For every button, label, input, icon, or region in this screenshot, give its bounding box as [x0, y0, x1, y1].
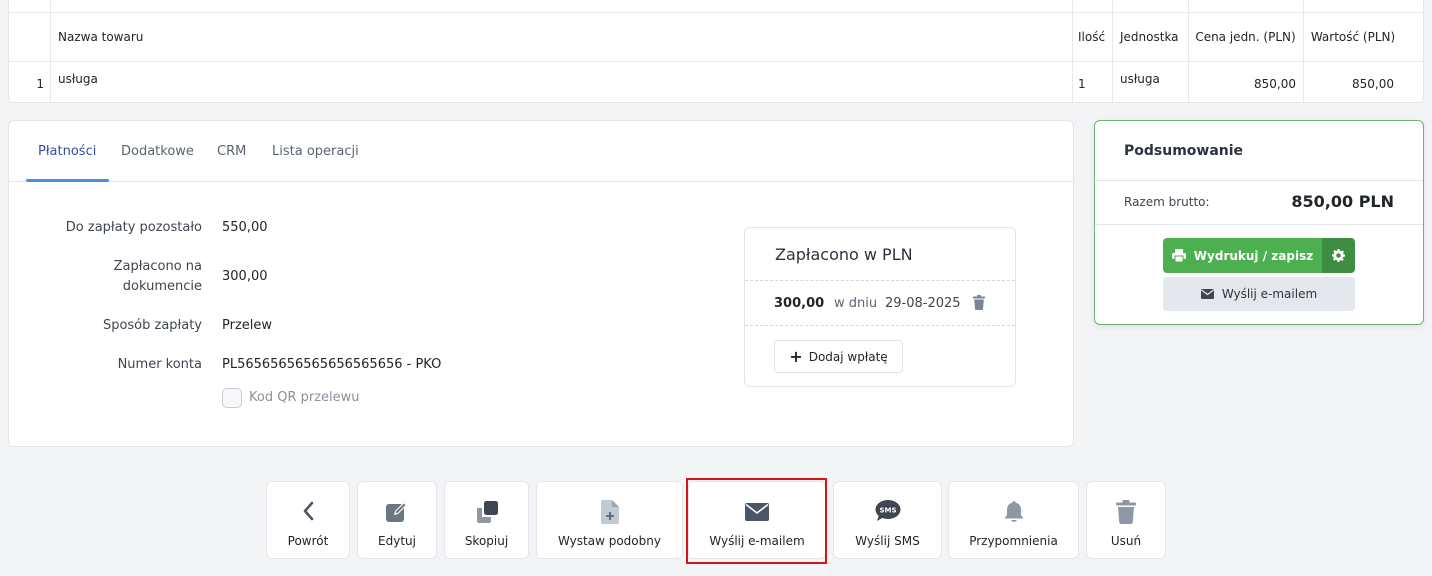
copy-button[interactable]: Skopiuj — [444, 481, 529, 559]
summary-email-button[interactable]: Wyślij e-mailem — [1163, 277, 1355, 311]
header-name: Nazwa towaru — [58, 30, 144, 44]
edit-icon — [386, 502, 407, 522]
qr-transfer-label[interactable]: Kod QR przelewu — [249, 390, 360, 405]
row-unit-price: 850,00 — [1254, 77, 1296, 91]
svg-text:SMS: SMS — [879, 507, 896, 515]
edit-button[interactable]: Edytuj — [357, 481, 437, 559]
table-row: 1 usługa 1 usługa 850,00 850,00 — [9, 62, 1423, 102]
active-tab-indicator — [26, 179, 109, 182]
print-settings-button[interactable] — [1322, 238, 1355, 273]
account-value: PL56565656565656565656 - PKO — [222, 357, 442, 372]
header-value: Wartość (PLN) — [1310, 30, 1396, 44]
method-value: Przelew — [222, 318, 273, 333]
add-payment-label: Dodaj wpłatę — [808, 349, 888, 364]
payment-on-label: w dniu — [834, 296, 878, 311]
remaining-value: 550,00 — [222, 220, 268, 235]
plus-icon: + — [789, 346, 803, 366]
highlight-box — [686, 478, 827, 564]
table-top-row — [9, 0, 1423, 13]
method-label: Sposób zapłaty — [102, 318, 202, 333]
row-qty: 1 — [1078, 77, 1086, 91]
delete-payment-trash-icon[interactable] — [973, 295, 985, 310]
paid-label-line2: dokumencie — [122, 279, 202, 294]
paid-in-pln-box: Zapłacono w PLN 300,00 w dniu 29-08-2025… — [744, 227, 1016, 387]
row-unit: usługa — [1120, 72, 1160, 86]
copy-icon — [476, 501, 498, 523]
trash-icon — [1116, 500, 1136, 524]
row-name: usługa — [58, 72, 98, 86]
tab-payments[interactable]: Płatności — [38, 121, 96, 182]
header-unit: Jednostka — [1120, 30, 1179, 44]
send-sms-label: Wyślij SMS — [855, 534, 920, 548]
bell-icon — [1004, 501, 1023, 522]
table-header-row: Nazwa towaru Ilość Jednostka Cena jedn. … — [9, 13, 1423, 62]
tab-operations-list[interactable]: Lista operacji — [272, 121, 359, 182]
paid-label-line1: Zapłacono na — [113, 259, 202, 274]
back-label: Powrót — [287, 534, 329, 548]
envelope-icon — [1200, 289, 1214, 299]
edit-label: Edytuj — [378, 534, 416, 548]
print-save-button[interactable]: Wydrukuj / zapisz — [1163, 238, 1322, 273]
header-unit-price: Cena jedn. (PLN) — [1195, 30, 1296, 44]
printer-icon — [1171, 249, 1186, 262]
chevron-left-icon — [303, 501, 314, 521]
payment-date: 29-08-2025 — [885, 296, 961, 311]
tab-additional[interactable]: Dodatkowe — [121, 121, 194, 182]
add-payment-button[interactable]: + Dodaj wpłatę — [774, 340, 903, 373]
issue-similar-button[interactable]: Wystaw podobny — [536, 481, 683, 559]
row-number: 1 — [36, 77, 44, 91]
sms-icon: SMS — [875, 500, 900, 521]
total-gross-label: Razem brutto: — [1124, 195, 1210, 209]
reminders-label: Przypomnienia — [969, 534, 1058, 548]
tab-crm[interactable]: CRM — [217, 121, 246, 182]
summary-card: Podsumowanie Razem brutto: 850,00 PLN Wy… — [1094, 120, 1424, 325]
send-sms-button[interactable]: SMS Wyślij SMS — [833, 481, 942, 559]
row-value: 850,00 — [1352, 77, 1394, 91]
paid-value: 300,00 — [222, 269, 268, 284]
details-tabs-card: Płatności Dodatkowe CRM Lista operacji D… — [8, 120, 1074, 447]
file-plus-icon — [600, 500, 619, 524]
delete-button[interactable]: Usuń — [1086, 481, 1166, 559]
payment-amount: 300,00 — [774, 296, 825, 311]
account-label: Numer konta — [117, 357, 202, 372]
qr-transfer-checkbox[interactable] — [222, 388, 242, 408]
paid-box-title: Zapłacono w PLN — [775, 245, 913, 264]
gear-icon — [1332, 249, 1345, 262]
summary-email-label: Wyślij e-mailem — [1221, 287, 1318, 301]
summary-title: Podsumowanie — [1124, 143, 1244, 159]
reminders-button[interactable]: Przypomnienia — [948, 481, 1079, 559]
back-button[interactable]: Powrót — [266, 481, 350, 559]
total-gross-value: 850,00 PLN — [1291, 192, 1394, 211]
delete-label: Usuń — [1110, 534, 1142, 548]
header-qty: Ilość — [1078, 30, 1106, 44]
tab-bar: Płatności Dodatkowe CRM Lista operacji — [9, 121, 1073, 182]
items-table-card: Nazwa towaru Ilość Jednostka Cena jedn. … — [8, 0, 1424, 103]
issue-similar-label: Wystaw podobny — [558, 534, 661, 548]
copy-label: Skopiuj — [464, 534, 509, 548]
print-save-label: Wydrukuj / zapisz — [1193, 248, 1314, 263]
remaining-label: Do zapłaty pozostało — [65, 220, 202, 235]
